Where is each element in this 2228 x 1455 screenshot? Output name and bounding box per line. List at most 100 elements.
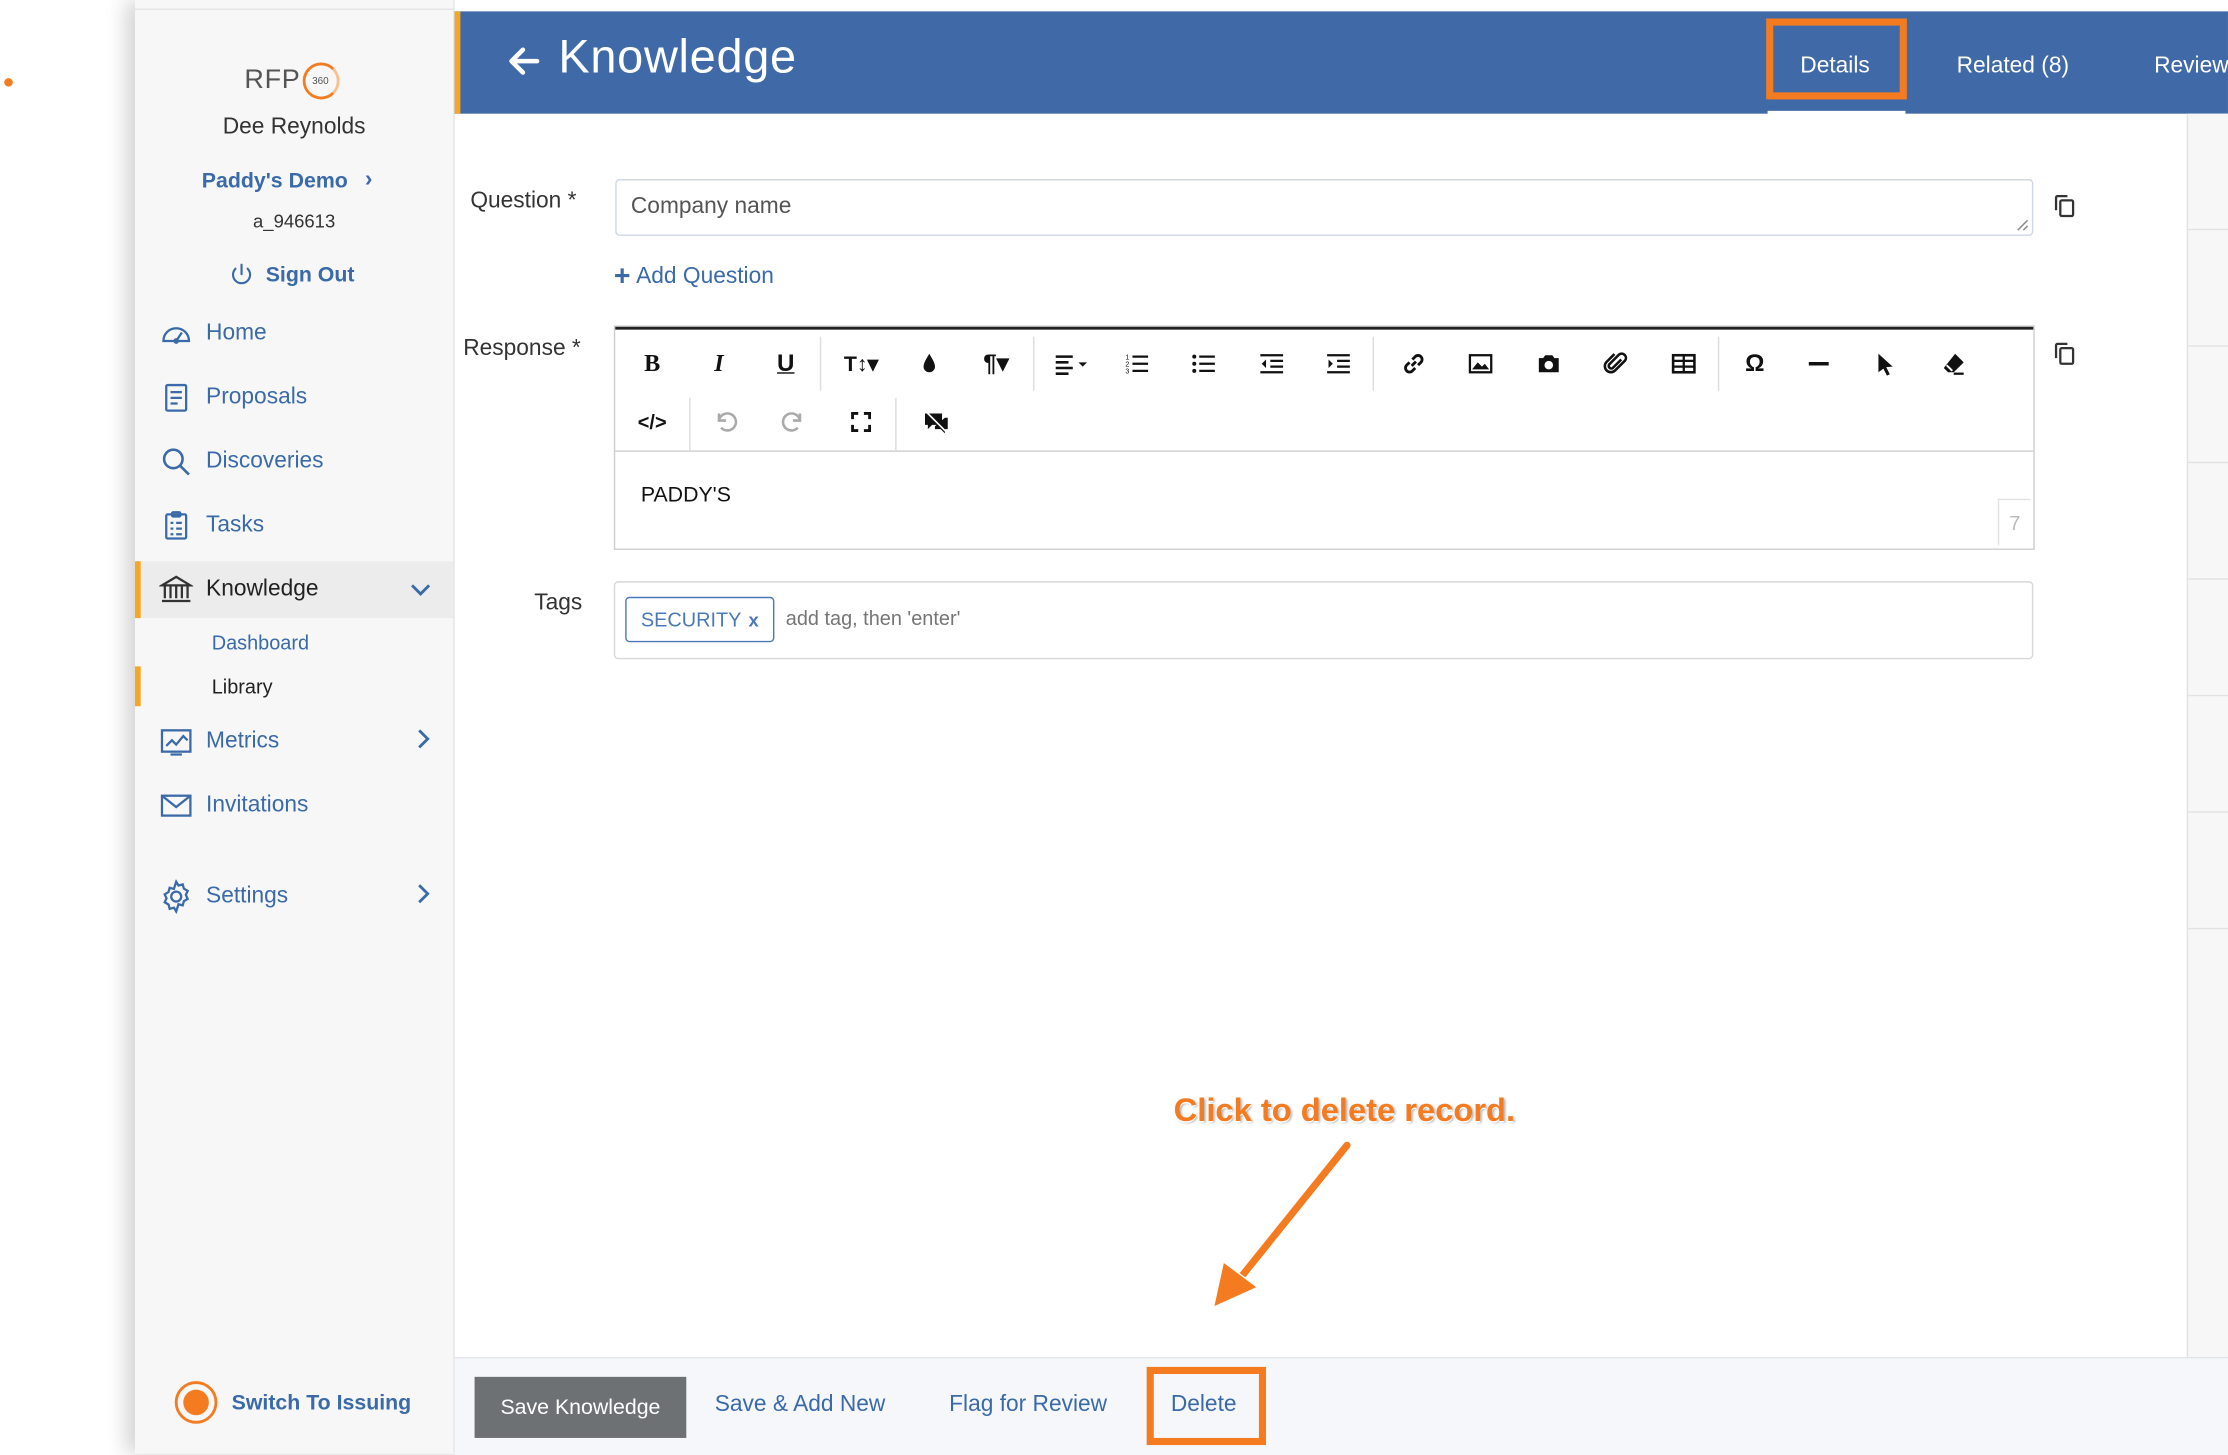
sidebar-item-metrics[interactable]: Metrics (135, 713, 453, 770)
plus-icon: + (613, 261, 631, 293)
flag-for-review-button[interactable]: Flag for Review (949, 1392, 1107, 1418)
tag-chip[interactable]: SECURITY x (625, 596, 775, 643)
paragraph-icon[interactable]: ¶▾ (970, 347, 1021, 381)
question-field[interactable] (615, 179, 2034, 236)
switch-label: Switch To Issuing (231, 1390, 412, 1415)
response-label: Response * (463, 336, 581, 361)
sidebar-item-discoveries[interactable]: Discoveries (135, 433, 453, 490)
logo-badge-text: 360 (312, 76, 329, 86)
copy-icon[interactable] (2052, 341, 2078, 367)
tab-related[interactable]: Related (8) (1957, 54, 2069, 80)
outdent-icon[interactable] (1253, 347, 1290, 381)
unordered-list-icon[interactable] (1185, 347, 1222, 381)
link-icon[interactable] (1395, 347, 1432, 381)
sidebar-item-tasks[interactable]: Tasks (135, 497, 453, 554)
gear-icon (159, 879, 193, 914)
sidebar-top-border (134, 0, 454, 10)
add-question-button[interactable]: + Add Question (613, 261, 774, 293)
logo-text: RFP (244, 65, 301, 96)
issuing-orb-icon (174, 1381, 218, 1424)
image-icon[interactable] (1462, 347, 1499, 381)
sign-out-button[interactable]: Sign Out (229, 261, 355, 287)
logo-badge: 360 (301, 62, 339, 100)
sidebar-item-label: Invitations (206, 792, 309, 818)
pointer-icon[interactable] (1867, 347, 1904, 381)
undo-icon[interactable] (708, 405, 745, 439)
color-drop-icon[interactable] (911, 347, 948, 381)
eraser-icon[interactable] (1935, 347, 1972, 381)
indent-icon[interactable] (1320, 347, 1357, 381)
chevron-right-icon (416, 729, 430, 755)
sidebar-item-label: Discoveries (206, 449, 324, 474)
svg-text:3: 3 (1125, 368, 1129, 376)
search-icon (159, 445, 193, 479)
sidebar-item-settings[interactable]: Settings (135, 868, 453, 925)
resize-handle-icon[interactable] (2015, 217, 2029, 231)
document-icon (159, 381, 193, 415)
tags-field[interactable]: SECURITY x (613, 581, 2034, 660)
camera-icon[interactable] (1530, 347, 1567, 381)
sidebar-item-label: Metrics (206, 728, 280, 754)
tag-label: SECURITY (640, 608, 742, 631)
page-title: Knowledge (558, 29, 797, 83)
app-window: RFP 360 Dee Reynolds Paddy's Demo › a_94… (134, 0, 2228, 1455)
sidebar-item-label: Tasks (206, 512, 265, 538)
font-size-icon[interactable]: T↕▾ (837, 347, 885, 381)
sidebar-subitem-dashboard[interactable]: Dashboard (212, 631, 309, 654)
sidebar: RFP 360 Dee Reynolds Paddy's Demo › a_94… (134, 0, 455, 1454)
sidebar-item-label: Proposals (206, 385, 308, 410)
account-name: Paddy's Demo (201, 168, 348, 193)
rfp360-logo: RFP 360 (244, 62, 339, 100)
save-add-new-button[interactable]: Save & Add New (715, 1392, 886, 1418)
sidebar-item-label: Home (206, 321, 267, 346)
right-details-panel (2186, 113, 2228, 1357)
code-view-icon[interactable]: </> (634, 405, 671, 439)
active-indicator (134, 666, 141, 707)
back-arrow-icon[interactable] (506, 40, 543, 83)
response-content[interactable]: PADDY'S (641, 483, 731, 507)
tab-review[interactable]: Review (2154, 54, 2228, 80)
tag-remove-button[interactable]: x (749, 609, 759, 630)
sign-out-label: Sign Out (265, 262, 355, 287)
attachment-icon[interactable] (1597, 347, 1634, 381)
horizontal-rule-icon[interactable] (1800, 347, 1837, 381)
question-input[interactable] (628, 180, 1979, 235)
status-dot (4, 78, 13, 87)
switch-to-issuing-button[interactable]: Switch To Issuing (174, 1381, 412, 1424)
delete-highlight-box (1146, 1366, 1267, 1446)
sidebar-subitem-library[interactable]: Library (212, 675, 273, 698)
table-icon[interactable] (1665, 347, 1702, 381)
action-footer: Save Knowledge Save & Add New Flag for R… (454, 1356, 2228, 1455)
save-knowledge-button[interactable]: Save Knowledge (474, 1376, 687, 1438)
account-switcher[interactable]: Paddy's Demo › (202, 168, 373, 194)
ordered-list-icon[interactable]: 123 (1118, 347, 1155, 381)
editor-toolbar: B I U T↕▾ ¶▾ 123 Ω </> (615, 326, 2034, 452)
bold-icon[interactable]: B (634, 347, 671, 381)
sidebar-item-label: Settings (206, 883, 289, 908)
tags-label: Tags (534, 591, 583, 616)
sidebar-item-knowledge[interactable]: Knowledge (134, 561, 454, 619)
align-icon[interactable] (1046, 347, 1097, 381)
chevron-down-icon (411, 578, 431, 602)
fullscreen-icon[interactable] (843, 405, 880, 439)
chevron-right-icon: › (364, 167, 373, 192)
copy-icon[interactable] (2052, 193, 2078, 219)
comment-icon[interactable] (918, 405, 955, 439)
power-icon (231, 263, 252, 285)
sidebar-item-home[interactable]: Home (135, 305, 453, 362)
question-label: Question * (470, 188, 577, 214)
special-character-icon[interactable]: Ω (1736, 347, 1773, 381)
user-name: Dee Reynolds (222, 115, 366, 140)
character-counter: 7 (1997, 498, 2031, 546)
sidebar-item-proposals[interactable]: Proposals (135, 369, 453, 426)
sidebar-item-label: Knowledge (206, 576, 319, 602)
redo-icon[interactable] (774, 405, 811, 439)
sidebar-item-invitations[interactable]: Invitations (135, 777, 453, 834)
add-question-label: Add Question (636, 264, 774, 289)
italic-icon[interactable]: I (701, 347, 738, 381)
tag-input[interactable] (782, 605, 1500, 631)
library-building-icon (159, 573, 194, 607)
underline-icon[interactable]: U (767, 347, 804, 381)
chevron-right-icon (416, 884, 430, 910)
response-rich-text-editor[interactable]: B I U T↕▾ ¶▾ 123 Ω </> PADDY'S 7 (613, 325, 2035, 550)
